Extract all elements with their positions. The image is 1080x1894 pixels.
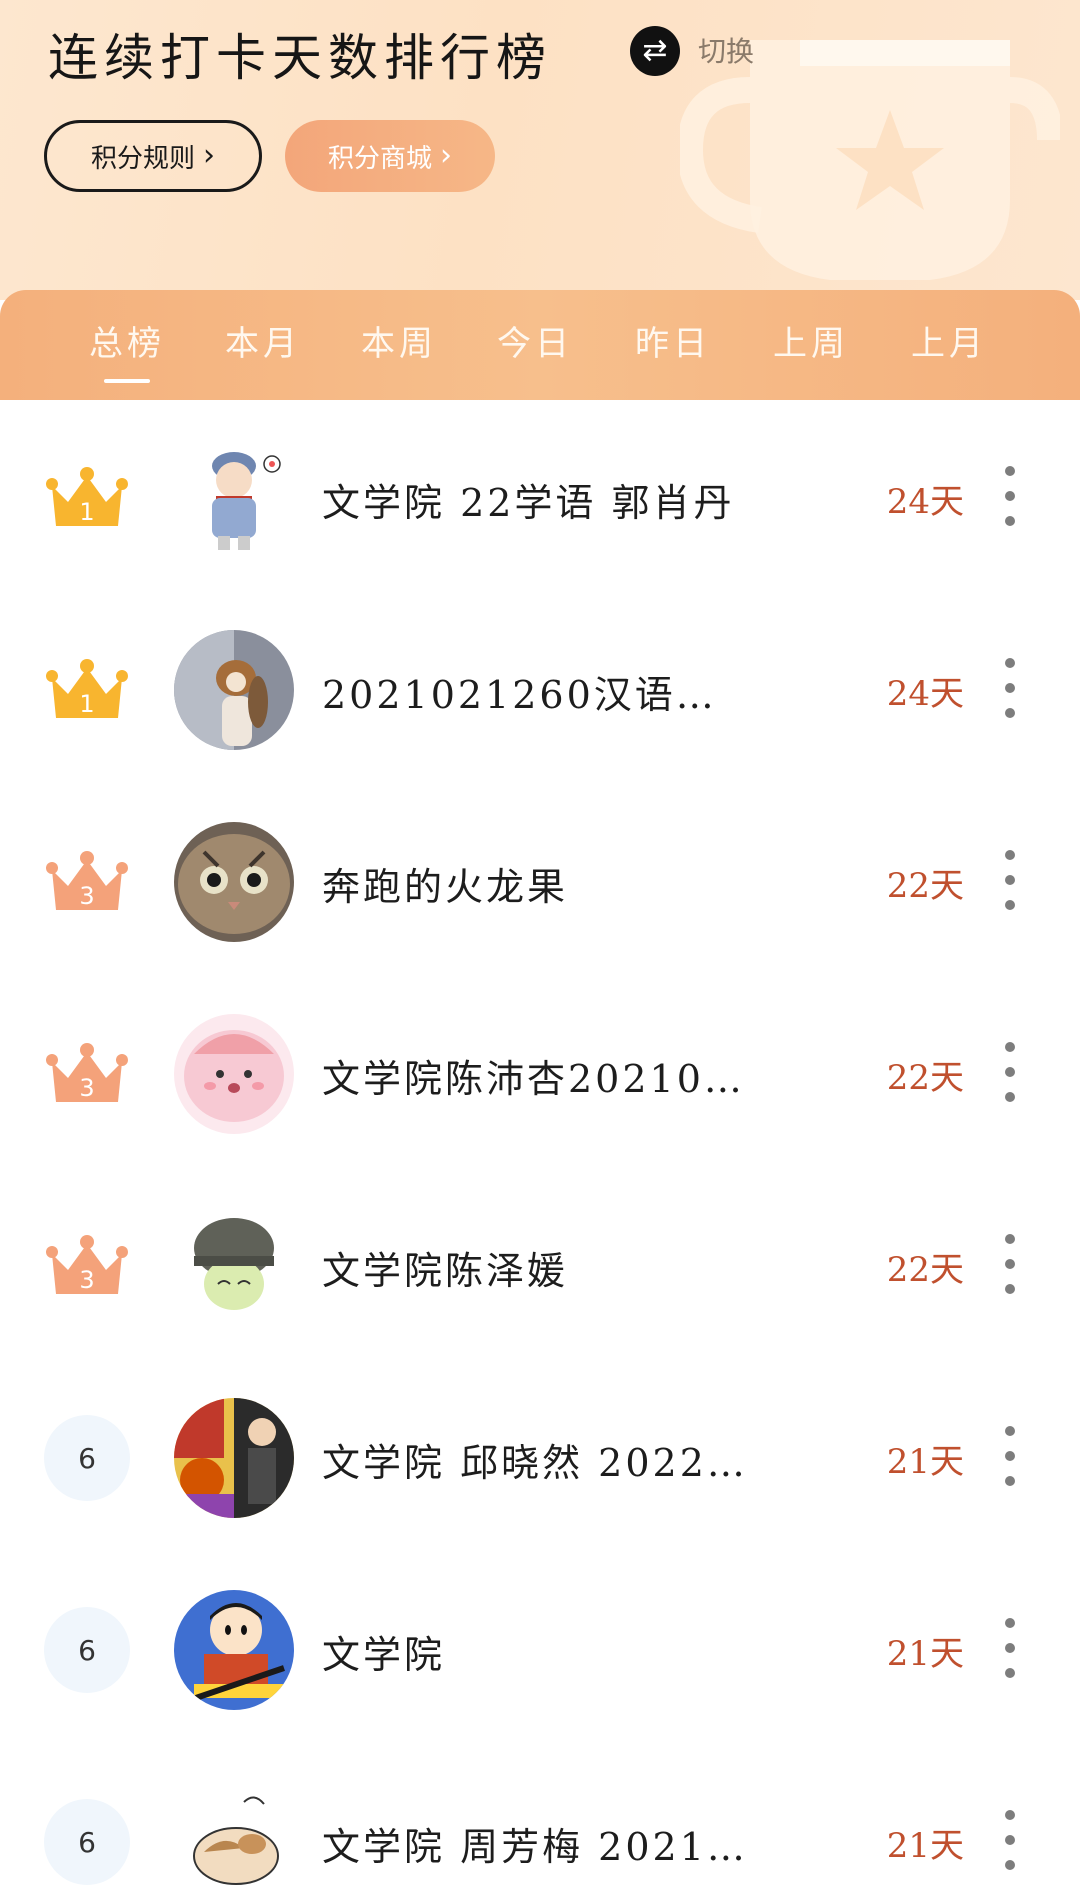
- avatar[interactable]: [174, 1782, 294, 1894]
- user-name: 奔跑的火龙果: [322, 865, 569, 909]
- more-options-icon[interactable]: [1000, 850, 1020, 910]
- tab-this-week[interactable]: 本周: [344, 316, 454, 365]
- avatar[interactable]: [174, 1590, 294, 1710]
- orange-crown-icon: 3: [46, 851, 128, 910]
- ranking-row[interactable]: 6 文学院 21天: [0, 1552, 1080, 1744]
- ranking-list: 1 文学院 22学语 郭肖丹 24天 1 2021021260汉语言文字 24天…: [0, 400, 1080, 1894]
- chevron-right-icon: ›: [203, 138, 215, 173]
- user-name: 文学院: [322, 1633, 446, 1677]
- user-name: 文学院 周芳梅 20210 …: [322, 1825, 752, 1869]
- tab-yesterday[interactable]: 昨日: [618, 316, 728, 365]
- rank-number: 1: [79, 498, 94, 526]
- ranking-row[interactable]: 3 奔跑的火龙果 22天: [0, 784, 1080, 976]
- user-name: 文学院陈泽媛: [322, 1249, 569, 1293]
- rank-number: 1: [79, 690, 94, 718]
- rank-number: 6: [44, 1415, 130, 1501]
- more-options-icon[interactable]: [1000, 1426, 1020, 1486]
- tab-today[interactable]: 今日: [480, 316, 590, 365]
- rank-number: 6: [44, 1799, 130, 1885]
- switch-label[interactable]: 切换: [698, 30, 754, 70]
- more-options-icon[interactable]: [1000, 1234, 1020, 1294]
- streak-days: 22天: [886, 1058, 964, 1098]
- points-rules-button[interactable]: 积分规则 ›: [44, 120, 262, 192]
- streak-days: 24天: [886, 674, 964, 714]
- avatar[interactable]: [174, 1398, 294, 1518]
- avatar[interactable]: [174, 630, 294, 750]
- more-options-icon[interactable]: [1000, 658, 1020, 718]
- more-options-icon[interactable]: [1000, 1618, 1020, 1678]
- streak-days: 24天: [886, 482, 964, 522]
- tab-last-month[interactable]: 上月: [894, 316, 1004, 365]
- header-banner: 连续打卡天数排行榜 ⇄ 切换 积分规则 › 积分商城 ›: [0, 0, 1080, 300]
- user-name: 2021021260汉语言文字 …: [322, 673, 752, 717]
- ranking-row[interactable]: 6 文学院 周芳梅 20210 … 21天: [0, 1744, 1080, 1894]
- gold-crown-icon: 1: [46, 659, 128, 718]
- page-title: 连续打卡天数排行榜: [48, 29, 552, 87]
- tab-last-week[interactable]: 上周: [756, 316, 866, 365]
- rank-number: 3: [79, 1266, 94, 1294]
- ranking-row[interactable]: 1 2021021260汉语言文字 … 24天: [0, 592, 1080, 784]
- streak-days: 22天: [886, 866, 964, 906]
- user-name: 文学院 22学语 郭肖丹: [322, 481, 735, 525]
- points-mall-label: 积分商城: [327, 143, 432, 174]
- points-mall-button[interactable]: 积分商城 ›: [285, 120, 495, 192]
- rank-number: 3: [79, 882, 94, 910]
- avatar[interactable]: [174, 438, 294, 558]
- streak-days: 21天: [886, 1826, 964, 1866]
- ranking-row[interactable]: 1 文学院 22学语 郭肖丹 24天: [0, 400, 1080, 592]
- streak-days: 21天: [886, 1634, 964, 1674]
- tab-this-month[interactable]: 本月: [208, 316, 318, 365]
- more-options-icon[interactable]: [1000, 1810, 1020, 1870]
- period-tab-bar: 总榜 本月 本周 今日 昨日 上周 上月: [0, 290, 1080, 400]
- streak-days: 21天: [886, 1442, 964, 1482]
- rank-number: 6: [44, 1607, 130, 1693]
- more-options-icon[interactable]: [1000, 466, 1020, 526]
- orange-crown-icon: 3: [46, 1235, 128, 1294]
- user-name: 文学院陈沛杏2021021294: [322, 1057, 752, 1101]
- swap-arrows-icon[interactable]: ⇄: [630, 26, 680, 76]
- orange-crown-icon: 3: [46, 1043, 128, 1102]
- ranking-row[interactable]: 3 文学院陈沛杏2021021294 22天: [0, 976, 1080, 1168]
- chevron-right-icon: ›: [440, 138, 452, 173]
- more-options-icon[interactable]: [1000, 1042, 1020, 1102]
- avatar[interactable]: [174, 1206, 294, 1326]
- avatar[interactable]: [174, 1014, 294, 1134]
- streak-days: 22天: [886, 1250, 964, 1290]
- rank-number: 3: [79, 1074, 94, 1102]
- tab-total[interactable]: 总榜: [72, 316, 182, 365]
- ranking-row[interactable]: 6 文学院 邱晓然 20220 … 21天: [0, 1360, 1080, 1552]
- gold-crown-icon: 1: [46, 467, 128, 526]
- points-rules-label: 积分规则: [90, 143, 195, 174]
- active-tab-indicator: [104, 379, 150, 383]
- ranking-row[interactable]: 3 文学院陈泽媛 22天: [0, 1168, 1080, 1360]
- avatar[interactable]: [174, 822, 294, 942]
- user-name: 文学院 邱晓然 20220 …: [322, 1441, 752, 1485]
